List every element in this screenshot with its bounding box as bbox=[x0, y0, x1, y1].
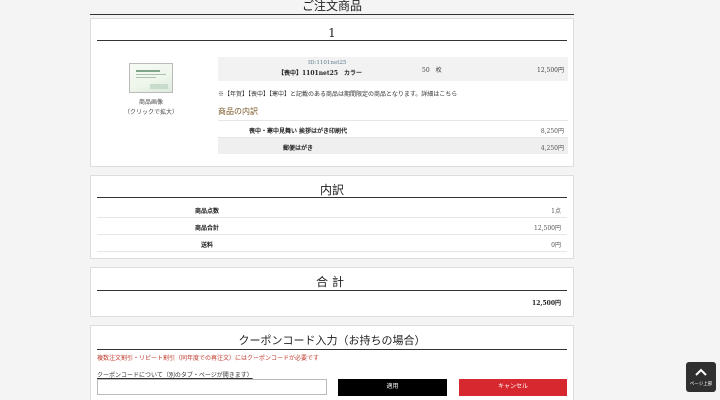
breakdown-row: 喪中・寒中見舞い 挨拶はがき印刷代 8,250円 bbox=[218, 120, 568, 137]
thumbnail-caption: 商品画像 bbox=[138, 99, 163, 106]
coupon-heading: クーポンコード入力（お持ちの場合） bbox=[97, 332, 567, 350]
item-number: 1 bbox=[97, 25, 567, 41]
product-price: 12,500円 bbox=[537, 67, 564, 74]
page-title: ご注文商品 bbox=[90, 0, 574, 15]
summary-row: 送料 0円 bbox=[97, 235, 567, 252]
coupon-note: 複数注文割引・リピート割引（同年度での再注文）にはクーポンコードが必要です bbox=[97, 355, 320, 362]
page-top-button[interactable]: ページ上部 bbox=[686, 362, 716, 392]
cancel-coupon-button[interactable]: キャンセル bbox=[459, 379, 567, 396]
seasonal-note-text: ※【年賀】【喪中】【寒中】と記載のある商品は期間限定の商品となります。 bbox=[218, 91, 422, 98]
summary-value: 1点 bbox=[551, 208, 561, 215]
coupon-code-input[interactable] bbox=[97, 379, 327, 395]
summary-card: 内訳 商品点数 1点 商品合計 12,500円 送料 0円 bbox=[90, 175, 574, 259]
details-link[interactable]: 詳細はこちら bbox=[421, 91, 457, 98]
summary-label: 商品合計 bbox=[194, 225, 219, 232]
total-amount: 12,500円 bbox=[532, 300, 561, 307]
seasonal-note: ※【年賀】【喪中】【寒中】と記載のある商品は期間限定の商品となります。詳細はこち… bbox=[218, 89, 457, 98]
product-id: ID:1101net25 bbox=[308, 60, 347, 66]
summary-label: 送料 bbox=[200, 242, 213, 249]
breakdown-title: 商品の内訳 bbox=[218, 107, 258, 116]
breakdown-value: 4,250円 bbox=[540, 145, 564, 152]
summary-heading: 内訳 bbox=[97, 182, 567, 198]
page-top-label: ページ上部 bbox=[689, 382, 713, 387]
apply-coupon-button[interactable]: 適用 bbox=[338, 379, 447, 396]
order-item-card: 1 商品画像 （クリックで拡大） ID:1101net25 【喪中】1101ne… bbox=[90, 18, 574, 167]
breakdown-value: 8,250円 bbox=[540, 128, 564, 135]
product-quantity: 50 枚 bbox=[422, 67, 442, 74]
coupon-card: クーポンコード入力（お持ちの場合） 複数注文割引・リピート割引（同年度での再注文… bbox=[90, 325, 574, 400]
total-card: 合計 12,500円 bbox=[90, 267, 574, 317]
chevron-up-icon bbox=[695, 368, 707, 376]
thumbnail-zoom-hint: （クリックで拡大） bbox=[123, 109, 178, 116]
product-name: 【喪中】1101net25 カラー bbox=[278, 70, 363, 77]
product-row: ID:1101net25 【喪中】1101net25 カラー 50 枚 12,5… bbox=[218, 57, 568, 81]
summary-row: 商品合計 12,500円 bbox=[97, 218, 567, 235]
breakdown-row: 郵便はがき 4,250円 bbox=[218, 137, 568, 154]
breakdown-label: 郵便はがき bbox=[282, 145, 313, 152]
product-thumbnail[interactable] bbox=[129, 63, 173, 93]
summary-row: 商品点数 1点 bbox=[97, 201, 567, 218]
total-heading: 合計 bbox=[97, 274, 567, 291]
coupon-info-link[interactable]: クーポンコードについて（別のタブ・ページが開きます） bbox=[97, 370, 253, 379]
breakdown-label: 喪中・寒中見舞い 挨拶はがき印刷代 bbox=[248, 128, 348, 135]
summary-label: 商品点数 bbox=[194, 208, 219, 215]
summary-value: 0円 bbox=[551, 242, 561, 249]
summary-value: 12,500円 bbox=[534, 225, 561, 232]
